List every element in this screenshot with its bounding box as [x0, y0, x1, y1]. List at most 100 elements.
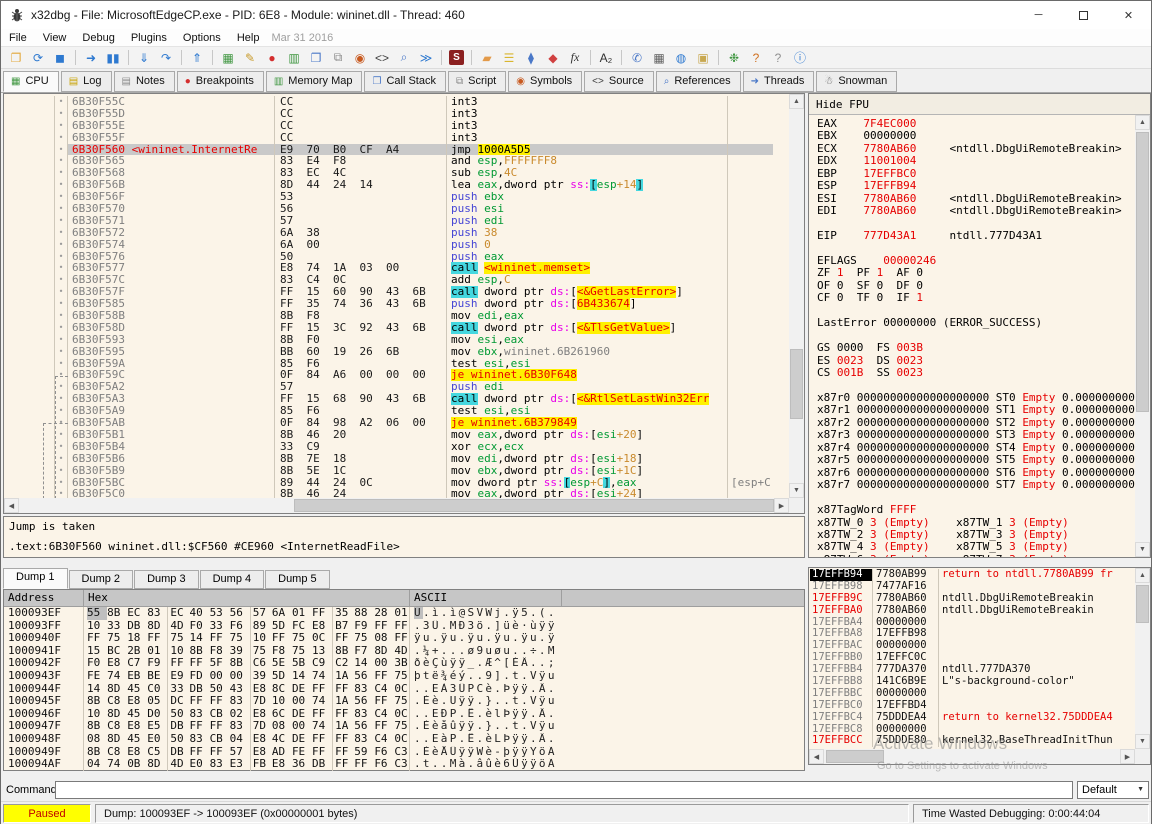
breakpoint-dot[interactable]: • [54, 453, 68, 465]
stack-vscroll-thumb[interactable] [1136, 585, 1149, 623]
breakpoint-dot[interactable]: • [54, 215, 68, 227]
cpu-chip-icon[interactable]: ▦ [218, 48, 238, 68]
dump-row[interactable]: 1000940FFF7518FF7514FF7510FF750CFF7508FF… [4, 632, 804, 645]
breakpoint-dot[interactable]: • [54, 465, 68, 477]
disasm-row[interactable]: •6B30F5B18B 46 20mov eax,dword ptr ds:[e… [5, 429, 773, 441]
disasm-row[interactable]: •6B30F59A85 F6test esi,esi [5, 358, 773, 370]
disasm-row[interactable]: •6B30F5A257push edi [5, 381, 773, 393]
disasm-row[interactable]: •6B30F57650push eax [5, 251, 773, 263]
breakpoint-dot[interactable]: • [54, 262, 68, 274]
breakpoint-dot[interactable]: • [54, 179, 68, 191]
maximize-button[interactable] [1061, 1, 1106, 29]
dump-tab-5[interactable]: Dump 5 [265, 570, 330, 589]
disasm-row[interactable]: •6B30F5746A 00push 0 [5, 239, 773, 251]
step-over-icon[interactable]: ↷ [156, 48, 176, 68]
menu-item-help[interactable]: Help [229, 29, 268, 46]
open-file-icon[interactable]: ❐ [6, 48, 26, 68]
dump-tab-2[interactable]: Dump 2 [69, 570, 134, 589]
pause-icon[interactable]: ▮▮ [103, 48, 123, 68]
help-icon[interactable]: ? [746, 48, 766, 68]
scroll-down-arrow-icon[interactable]: ▼ [1135, 542, 1150, 557]
patch-icon[interactable]: ▰ [477, 48, 497, 68]
menu-item-debug[interactable]: Debug [74, 29, 122, 46]
breakpoint-dot[interactable]: • [54, 251, 68, 263]
disasm-row[interactable]: •6B30F56583 E4 F8and esp,FFFFFFF8 [5, 155, 773, 167]
disasm-row[interactable]: •6B30F57056push esi [5, 203, 773, 215]
restart-icon[interactable]: ⟳ [28, 48, 48, 68]
tab-references[interactable]: ⌕References [656, 71, 741, 92]
menu-item-file[interactable]: File [1, 29, 35, 46]
question-icon[interactable]: ? [768, 48, 788, 68]
tab-snowman[interactable]: ☃Snowman [816, 71, 897, 92]
tab-script[interactable]: ⧉Script [448, 71, 506, 92]
run-icon[interactable]: ➜ [81, 48, 101, 68]
comment-icon[interactable]: ☰ [499, 48, 519, 68]
tab-source[interactable]: <>Source [584, 71, 654, 92]
symbols-icon[interactable]: ◉ [350, 48, 370, 68]
stack-vscrollbar[interactable]: ▲ ▼ [1135, 568, 1150, 749]
references-icon[interactable]: ≫ [416, 48, 436, 68]
dump-row[interactable]: 100093EF558BEC83EC405356576A01FF35882801… [4, 607, 804, 620]
stack-row[interactable]: 17EFFBA07780AB60ntdll.DbgUiRemoteBreakin [810, 605, 1134, 617]
breakpoint-dot[interactable]: • [54, 227, 68, 239]
breakpoint-dot[interactable]: • [54, 381, 68, 393]
breakpoint-dot[interactable]: • [54, 96, 68, 108]
globe-icon[interactable]: ◍ [671, 48, 691, 68]
tab-log[interactable]: ▤Log [61, 71, 112, 92]
scroll-left-arrow-icon[interactable]: ◀ [809, 749, 824, 764]
scroll-right-arrow-icon[interactable]: ▶ [774, 498, 789, 513]
breakpoint-dot[interactable]: • [54, 120, 68, 132]
breakpoint-dot[interactable]: • [54, 132, 68, 144]
stack-row[interactable]: 17EFFB9C7780AB60ntdll.DbgUiRemoteBreakin [810, 593, 1134, 605]
breakpoint-dot[interactable]: • [54, 155, 68, 167]
az-icon[interactable]: A₂ [596, 48, 616, 68]
window-picture-icon[interactable]: ▣ [693, 48, 713, 68]
disasm-row[interactable]: •6B30F58DFF 15 3C 92 43 6Bcall dword ptr… [5, 322, 773, 334]
breakpoint-dot[interactable]: • [54, 405, 68, 417]
disasm-hscrollbar[interactable]: ◀ ▶ [4, 498, 789, 513]
minimize-button[interactable]: ─ [1016, 1, 1061, 29]
dump-row[interactable]: 1000948F088D45E05083CB04E84CDEFFFF83C40C… [4, 733, 804, 746]
registers-vscroll-thumb[interactable] [1136, 132, 1149, 412]
breakpoint-dot[interactable]: • [54, 441, 68, 453]
tab-symbols[interactable]: ◉Symbols [508, 71, 582, 92]
stack-hscroll-thumb[interactable] [826, 750, 884, 763]
breakpoint-dot[interactable]: • [54, 239, 68, 251]
close-button[interactable]: ✕ [1106, 1, 1151, 29]
dump-row[interactable]: 1000945F8BC8E805DCFFFF837D1000741A56FF75… [4, 695, 804, 708]
scroll-left-arrow-icon[interactable]: ◀ [4, 498, 19, 513]
bug-icon[interactable]: ❉ [724, 48, 744, 68]
stack-row[interactable]: 17EFFBCC75DDDE80kernel32.BaseThreadInitT… [810, 735, 1134, 747]
scroll-up-arrow-icon[interactable]: ▲ [1135, 568, 1150, 583]
disasm-row[interactable]: •6B30F55FCCint3 [5, 132, 773, 144]
hide-fpu-button[interactable]: Hide FPU [809, 94, 1150, 115]
scroll-up-arrow-icon[interactable]: ▲ [789, 94, 804, 109]
disasm-row[interactable]: •6B30F5A3FF 15 68 90 43 6Bcall dword ptr… [5, 393, 773, 405]
disasm-row[interactable]: •6B30F5A985 F6test esi,esi [5, 405, 773, 417]
modules-phone-icon[interactable]: ✆ [627, 48, 647, 68]
disasm-row[interactable]: •6B30F57C83 C4 0Cadd esp,C [5, 274, 773, 286]
disasm-row[interactable]: •6B30F5BC89 44 24 0Cmov dword ptr ss:[es… [5, 477, 773, 489]
command-profile-combo[interactable]: Default ▼ [1077, 781, 1149, 799]
disasm-row[interactable]: •6B30F595BB 60 19 26 6Bmov ebx,wininet.6… [5, 346, 773, 358]
breakpoint-dot[interactable]: • [54, 191, 68, 203]
label-icon[interactable]: ⧫ [521, 48, 541, 68]
disasm-row[interactable]: •6B30F55ECCint3 [5, 120, 773, 132]
breakpoint-dot[interactable]: • [54, 108, 68, 120]
disasm-row[interactable]: •6B30F55DCCint3 [5, 108, 773, 120]
step-into-icon[interactable]: ⇓ [134, 48, 154, 68]
breakpoint-dot[interactable]: • [54, 429, 68, 441]
script-icon[interactable]: ⧉ [328, 48, 348, 68]
scroll-up-arrow-icon[interactable]: ▲ [1135, 115, 1150, 130]
disasm-row[interactable]: •6B30F560 <wininet.InternetReE9 70 B0 CF… [5, 144, 773, 156]
memory-map-icon[interactable]: ▥ [284, 48, 304, 68]
disasm-row[interactable]: •6B30F585FF 35 74 36 43 6Bpush dword ptr… [5, 298, 773, 310]
tab-cpu[interactable]: ▦CPU [3, 71, 59, 92]
disasm-row[interactable]: •6B30F56B8D 44 24 14lea eax,dword ptr ss… [5, 179, 773, 191]
registers-vscrollbar[interactable]: ▲ ▼ [1135, 115, 1150, 557]
breakpoint-dot[interactable]: • [54, 310, 68, 322]
snowman-s-icon[interactable]: S [449, 50, 464, 65]
breakpoint-dot[interactable]: • [54, 274, 68, 286]
disasm-hscroll-thumb[interactable] [294, 499, 774, 512]
disasm-row[interactable]: •6B30F57157push edi [5, 215, 773, 227]
